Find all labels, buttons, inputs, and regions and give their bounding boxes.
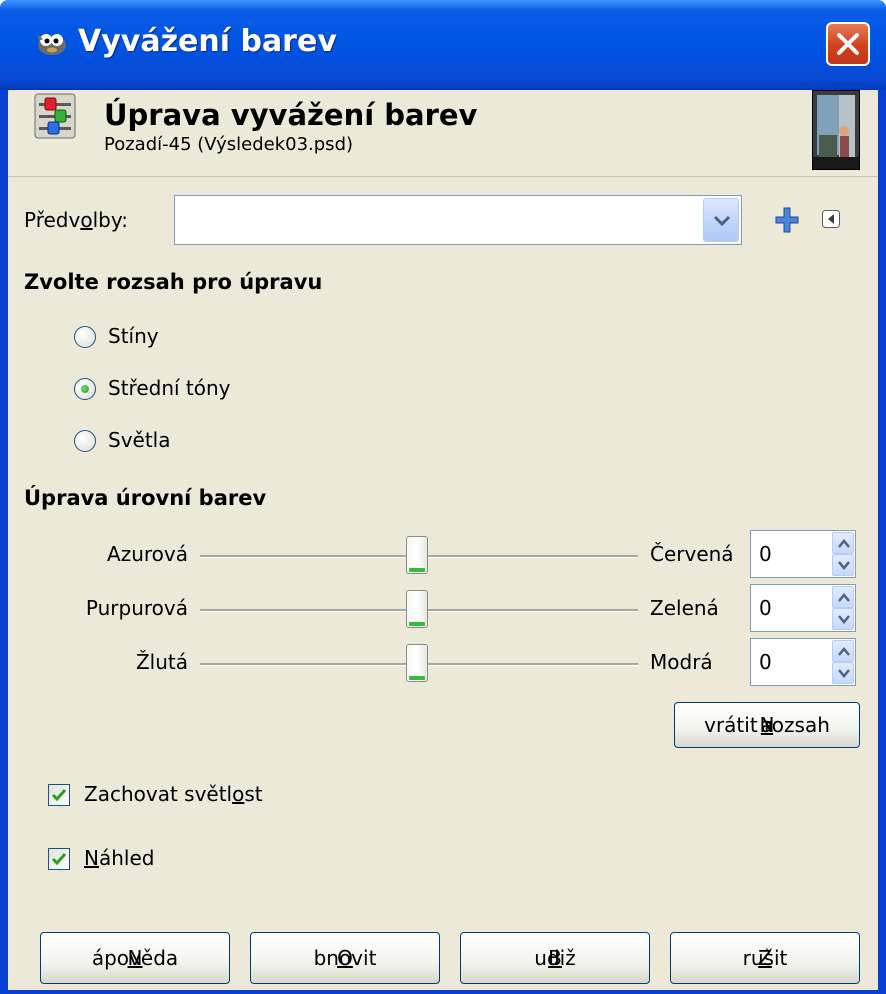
blue-decrement-button[interactable] [832,662,854,684]
checkmark-icon [51,853,67,866]
checkmark-icon [51,789,67,802]
slider-blue-label: Modrá [650,650,713,674]
presets-label: Předvolby: [24,208,128,232]
blue-increment-button[interactable] [832,640,854,662]
range-heading: Zvolte rozsah pro úpravu [24,270,323,294]
slider-magenta-green-handle[interactable] [406,590,428,628]
dialog-heading: Úprava vyvážení barev [104,98,478,132]
reset-range-button[interactable]: Na vrátit rozsah [674,702,860,748]
presets-dropdown-button[interactable] [703,198,739,242]
red-spinbutton[interactable]: 0 [750,530,856,578]
slider-yellow-label: Žlutá [135,650,188,674]
green-decrement-button[interactable] [832,608,854,630]
radio-shadows-label[interactable]: Stíny [108,324,159,348]
ok-button[interactable]: Budiž [460,932,650,984]
close-button[interactable] [826,22,870,66]
dialog-body: Úprava vyvážení barev Pozadí-45 (Výslede… [8,90,878,990]
color-balance-tool-icon [34,93,76,139]
blue-spinbutton[interactable]: 0 [750,638,856,686]
preview-checkbox[interactable] [48,848,70,870]
chevron-down-icon [713,215,731,227]
plus-icon[interactable] [774,206,800,234]
chevron-up-icon [838,539,850,548]
red-decrement-button[interactable] [832,554,854,576]
dialog-window: Vyvážení barev Úprava vyvážení barev Poz… [0,0,886,994]
close-icon [837,33,859,55]
chevron-up-icon [838,593,850,602]
radio-shadows[interactable] [74,326,96,348]
red-value: 0 [759,542,772,566]
dialog-header: Úprava vyvážení barev Pozadí-45 (Výslede… [8,90,878,177]
chevron-down-icon [838,615,850,624]
title-bar[interactable]: Vyvážení barev [0,0,886,90]
cancel-button[interactable]: Zrušit [670,932,860,984]
levels-heading: Úprava úrovní barev [24,486,267,510]
slider-magenta-label: Purpurová [85,596,188,620]
green-value: 0 [759,596,772,620]
chevron-down-icon [838,669,850,678]
menu-arrow-icon[interactable] [822,210,840,228]
reset-button[interactable]: Obnovit [250,932,440,984]
window-title: Vyvážení barev [78,24,337,59]
green-increment-button[interactable] [832,586,854,608]
radio-highlights-label[interactable]: Světla [108,428,171,452]
slider-red-label: Červená [650,542,734,566]
preview-label[interactable]: Náhled [84,846,154,870]
radio-highlights[interactable] [74,430,96,452]
layer-subtitle: Pozadí-45 (Výsledek03.psd) [104,134,354,155]
slider-green-label: Zelená [650,596,719,620]
slider-cyan-label: Azurová [107,542,188,566]
slider-yellow-blue-handle[interactable] [406,644,428,682]
radio-midtones[interactable] [74,378,96,400]
green-spinbutton[interactable]: 0 [750,584,856,632]
radio-midtones-label[interactable]: Střední tóny [108,376,231,400]
preserve-luminosity-label[interactable]: Zachovat světlost [84,782,263,806]
red-increment-button[interactable] [832,532,854,554]
presets-combo[interactable] [174,195,742,245]
blue-value: 0 [759,650,772,674]
image-thumbnail [812,90,860,170]
chevron-down-icon [838,561,850,570]
gimp-wilber-icon [37,34,66,55]
chevron-up-icon [838,647,850,656]
slider-cyan-red-handle[interactable] [406,536,428,574]
preserve-luminosity-checkbox[interactable] [48,784,70,806]
help-button[interactable]: Nápověda [40,932,230,984]
